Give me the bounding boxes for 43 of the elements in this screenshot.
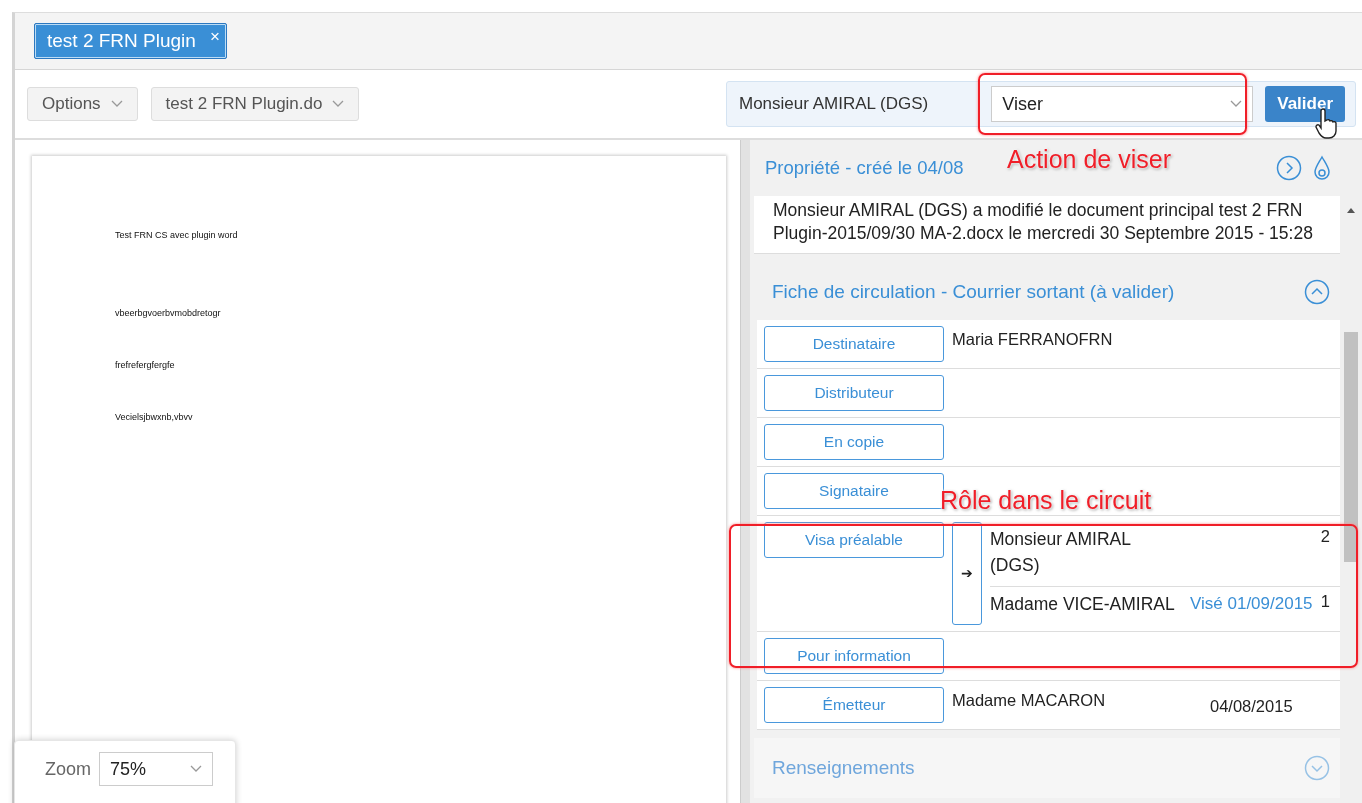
person-name: Maria FERRANOFRN: [952, 328, 1114, 349]
person-name: Madame VICE-AMIRAL: [990, 593, 1176, 616]
zoom-label: Zoom: [45, 758, 91, 780]
pointer-cursor-icon: [1314, 108, 1340, 140]
caret-icon: [1230, 100, 1243, 108]
order-number: 1: [1320, 591, 1330, 612]
document-text: Test FRN CS avec plugin word: [115, 230, 239, 240]
scroll-up-icon[interactable]: [1346, 206, 1356, 214]
action-select[interactable]: Viser: [991, 86, 1254, 122]
document-dropdown[interactable]: test 2 FRN Plugin.do: [150, 87, 360, 121]
document-tab[interactable]: test 2 FRN Plugin ×: [34, 23, 227, 59]
user-name: Monsieur AMIRAL (DGS): [739, 94, 930, 114]
person-name: Monsieur AMIRAL (DGS): [990, 527, 1132, 577]
validate-button[interactable]: Valider: [1265, 86, 1345, 122]
scrollbar-thumb[interactable]: [1344, 332, 1358, 562]
caret-icon: [190, 765, 202, 773]
document-text: Vecielsjbwxnb,vbvv: [115, 412, 194, 422]
role-button[interactable]: Visa préalable: [764, 521, 944, 558]
collapse-icon[interactable]: [1304, 278, 1330, 305]
role-button[interactable]: Destinataire: [764, 325, 944, 362]
section-title: Fiche de circulation - Courrier sortant (à valider): [772, 280, 1176, 303]
next-icon[interactable]: [1276, 155, 1302, 181]
role-button[interactable]: Émetteur: [764, 687, 944, 724]
caret-icon: [332, 100, 345, 108]
section-title: Propriété - créé le 04/08: [765, 157, 964, 179]
caret-icon: [110, 100, 123, 108]
annotation-label: Action de viser: [1007, 145, 1171, 174]
drop-icon[interactable]: [1312, 155, 1332, 181]
zoom-select[interactable]: 75%: [99, 752, 213, 786]
close-icon[interactable]: ×: [209, 27, 220, 47]
status-text: Visé 01/09/2015: [1190, 594, 1313, 613]
date-text: 04/08/2015: [1210, 696, 1293, 717]
person-name: Madame MACARON: [952, 690, 1107, 711]
history-text: Monsieur AMIRAL (DGS) a modifié le document principal test 2 FRN Plugin-2015/09/30 MA-2.docx le mercredi 30 Septembre 2015 - 15:28: [754, 196, 1340, 254]
role-button[interactable]: Pour information: [764, 638, 944, 675]
order-number: 2: [1320, 525, 1330, 547]
document-text: vbeerbgvoerbvmobdretogr: [115, 308, 222, 318]
expand-icon[interactable]: [1304, 755, 1330, 782]
role-button[interactable]: Distributeur: [764, 374, 944, 411]
document-text: frefrefergfergfe: [115, 360, 176, 370]
options-dropdown[interactable]: Options: [27, 87, 138, 121]
role-button[interactable]: En copie: [764, 423, 944, 460]
section-title: Renseignements: [772, 757, 916, 780]
